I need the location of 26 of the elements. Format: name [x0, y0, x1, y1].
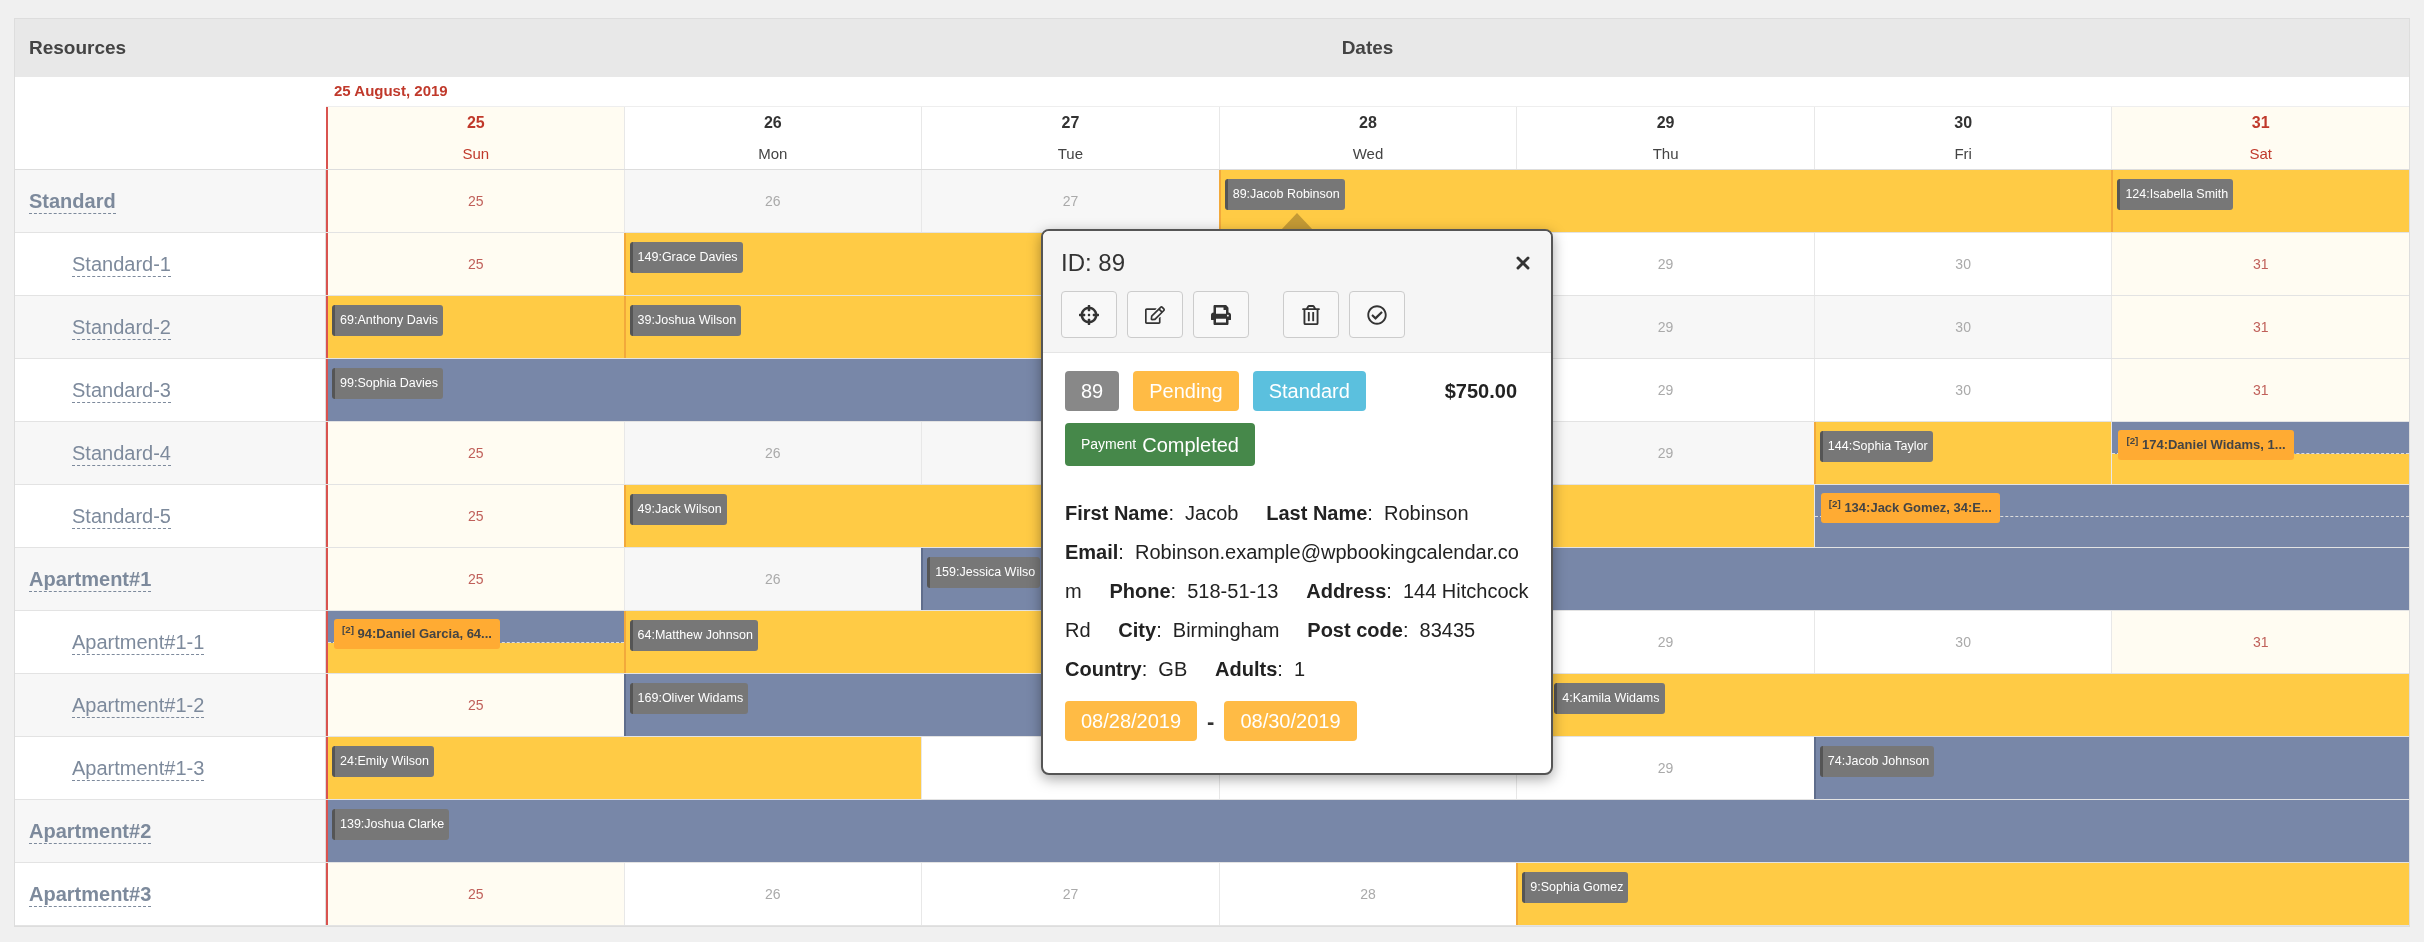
weekday-label: Sat: [2249, 143, 2272, 164]
payment-status-badge: Payment Completed: [1065, 423, 1255, 466]
column-header: Resources: [29, 36, 127, 58]
weekday-label: Thu: [1652, 143, 1679, 164]
weekday-label: Tue: [1057, 143, 1084, 164]
day-date: 26: [763, 112, 782, 133]
month-label: 25 August, 2019: [334, 81, 448, 102]
price-text: $750.00: [1444, 379, 1517, 404]
day-date: 28: [1359, 112, 1377, 133]
popover-title: ID: 89: [1061, 248, 1126, 278]
date-badge: 08/28/2019: [1065, 701, 1198, 741]
day-date: 27: [1061, 112, 1080, 133]
day-date: 25: [466, 112, 485, 133]
weekday-label: Sun: [462, 143, 490, 164]
id-badge: 89: [1065, 371, 1120, 411]
day-date: 30: [1954, 112, 1973, 133]
status-badge: Pending: [1133, 371, 1239, 411]
weekday-label: Fri: [1954, 143, 1972, 164]
weekday-label: Mon: [758, 143, 788, 164]
day-date: 29: [1656, 112, 1675, 133]
date-separator: -: [1207, 707, 1215, 736]
date-badge: 08/30/2019: [1224, 701, 1357, 741]
day-date: 31: [2251, 112, 2270, 133]
resource-badge: Standard: [1252, 371, 1366, 411]
column-header: Dates: [1341, 36, 1394, 58]
weekday-label: Wed: [1352, 143, 1384, 164]
